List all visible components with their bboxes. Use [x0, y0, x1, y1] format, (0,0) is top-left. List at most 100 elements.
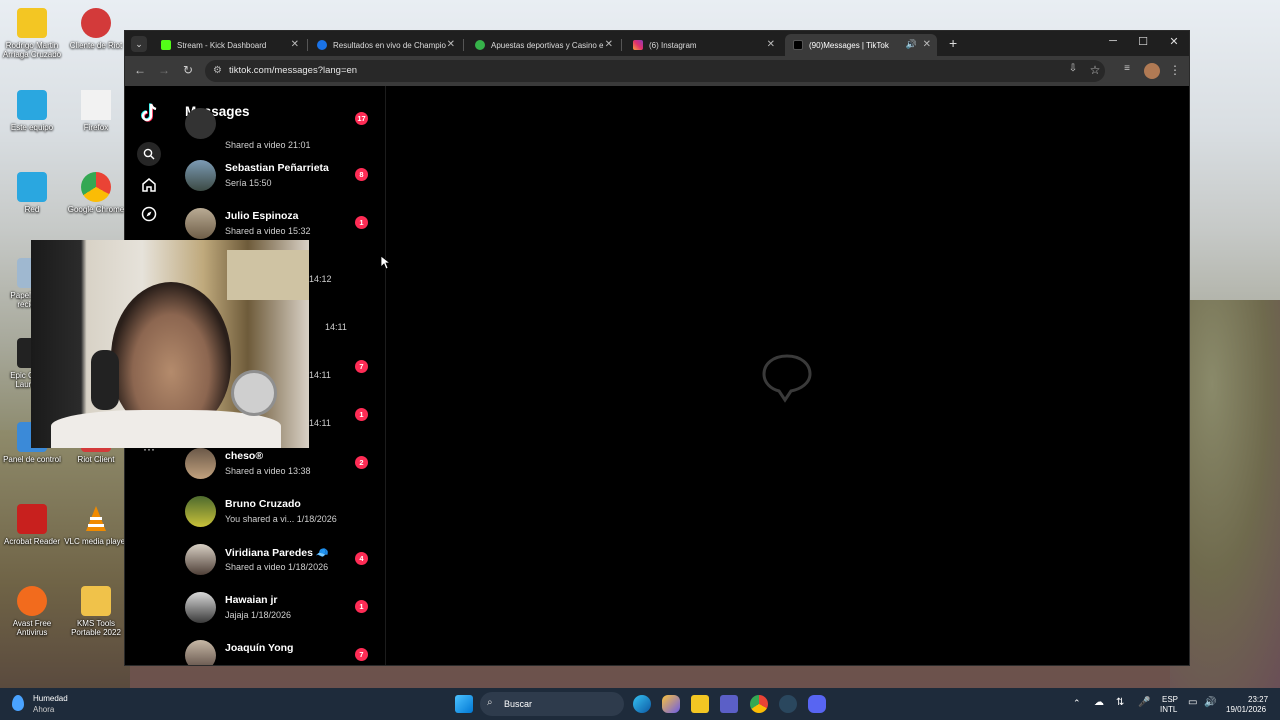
show-hidden-icons[interactable]: ⌃ — [1073, 698, 1081, 709]
wallpaper-ground — [0, 430, 130, 690]
address-bar[interactable]: ⚙ tiktok.com/messages?lang=en — [205, 60, 1105, 82]
conversation-name: Viridiana Paredes 🧢 — [225, 547, 329, 559]
avatar — [185, 592, 216, 623]
language-layout: INTL — [1160, 705, 1178, 714]
tiktok-logo-icon[interactable] — [138, 103, 160, 125]
display-icon[interactable]: ▭ — [1188, 697, 1197, 708]
conversation-preview: Jajaja 1/18/2026 — [225, 610, 292, 620]
back-button[interactable]: ← — [132, 63, 148, 77]
conversation-preview: Sería 15:50 — [225, 178, 272, 188]
taskbar: Humedad Ahora ⌕ Buscar ⌃ ☁ ⇅ 🎤 ESP INTL … — [0, 688, 1280, 720]
new-tab-button[interactable]: + — [949, 35, 957, 51]
bookmark-star-icon[interactable]: ☆ — [1087, 63, 1103, 77]
tab-resultados[interactable]: Resultados en vivo de Champio ✕ — [309, 34, 461, 56]
tab-instagram[interactable]: (6) Instagram ✕ — [625, 34, 781, 56]
desktop-icon-label: Riot Client — [77, 455, 115, 464]
teams-icon[interactable] — [720, 695, 738, 713]
tab-title: Apuestas deportivas y Casino e — [491, 40, 604, 50]
close-icon[interactable]: ✕ — [923, 39, 931, 50]
steam-taskbar-icon[interactable] — [779, 695, 797, 713]
desktop-icon-riot-client[interactable]: Cliente de Riot — [64, 8, 128, 50]
close-icon[interactable]: ✕ — [447, 39, 455, 50]
forward-button[interactable]: → — [156, 63, 172, 77]
conversation-preview: 14:11 — [309, 418, 331, 428]
search-icon: ⌕ — [487, 697, 493, 708]
conversation-preview: Shared a video 15:32 — [225, 226, 311, 236]
close-icon[interactable]: ✕ — [767, 39, 775, 50]
clock-date[interactable]: 19/01/2026 — [1226, 705, 1266, 714]
conversation-item[interactable]: Bruno Cruzado You shared a vi... 1/18/20… — [185, 492, 375, 540]
desktop-icon-label: Firefox — [83, 123, 109, 132]
language-indicator[interactable]: ESP — [1162, 695, 1178, 704]
tab-apuestas[interactable]: Apuestas deportivas y Casino e ✕ — [467, 34, 619, 56]
conversation-preview: 14:11 — [309, 370, 331, 380]
tab-strip: ⌄ Stream - Kick Dashboard ✕ Resultados e… — [125, 31, 1189, 56]
conversation-item[interactable]: Hawaian jr Jajaja 1/18/2026 1 — [185, 588, 375, 636]
home-icon[interactable] — [138, 177, 160, 199]
network-icon[interactable]: ⇅ — [1116, 697, 1124, 708]
site-info-icon[interactable]: ⚙ — [213, 60, 222, 82]
weather-widget[interactable]: Humedad Ahora — [10, 692, 90, 716]
file-explorer-icon[interactable] — [691, 695, 709, 713]
reload-button[interactable]: ↻ — [180, 63, 196, 77]
desktop-icon-this-pc[interactable]: Este equipo — [0, 90, 64, 132]
clock-time[interactable]: 23:27 — [1248, 695, 1268, 704]
close-window-button[interactable]: ✕ — [1164, 35, 1184, 48]
weather-title: Humedad — [33, 694, 68, 703]
minimize-button[interactable]: ─ — [1103, 35, 1123, 47]
webcam-headphones — [91, 350, 119, 410]
media-controls-icon[interactable]: ≡ — [1119, 63, 1135, 74]
tab-search-button[interactable]: ⌄ — [131, 36, 147, 52]
avatar — [185, 160, 216, 191]
close-icon[interactable]: ✕ — [605, 39, 613, 50]
install-app-icon[interactable]: ⇩ — [1065, 63, 1081, 74]
conversation-item[interactable]: Sebastian Peñarrieta Sería 15:50 8 — [185, 156, 375, 204]
desktop-icon-user-folder[interactable]: Rodrigo Martin Arriaga Cruzado — [0, 8, 64, 59]
explore-icon[interactable] — [138, 206, 160, 228]
conversation-name: Joaquín Yong — [225, 642, 294, 654]
edge-icon[interactable] — [633, 695, 651, 713]
desktop-icon-firefox-file[interactable]: Firefox — [64, 90, 128, 132]
webcam-overlay — [31, 240, 309, 448]
conversation-item[interactable]: Viridiana Paredes 🧢 Shared a video 1/18/… — [185, 540, 375, 588]
taskbar-search-box[interactable]: ⌕ Buscar — [480, 692, 624, 716]
desktop-icon-vlc[interactable]: VLC media player — [64, 504, 128, 546]
search-icon[interactable] — [137, 142, 161, 166]
menu-kebab-icon[interactable]: ⋮ — [1167, 63, 1183, 77]
desktop-icon-avast[interactable]: Avast Free Antivirus — [0, 586, 64, 637]
conversation-item[interactable]: Joaquín Yong 7 — [185, 636, 375, 665]
conversation-item[interactable]: cheso® Shared a video 13:38 2 — [185, 444, 375, 492]
unread-badge: 17 — [355, 112, 368, 125]
maximize-button[interactable]: ☐ — [1133, 35, 1153, 48]
kick-icon — [161, 40, 171, 50]
tab-title: (90)Messages | TikTok — [809, 40, 889, 50]
onedrive-icon[interactable]: ☁ — [1094, 697, 1104, 708]
conversation-name: Hawaian jr — [225, 594, 278, 606]
copilot-icon[interactable] — [662, 695, 680, 713]
microphone-icon[interactable]: 🎤 — [1138, 697, 1150, 708]
desktop-icon-acrobat-reader[interactable]: Acrobat Reader — [0, 504, 64, 546]
tab-kick-dashboard[interactable]: Stream - Kick Dashboard ✕ — [153, 34, 305, 56]
unread-badge: 1 — [355, 216, 368, 229]
windows-start-icon[interactable] — [455, 695, 473, 713]
betting-site-icon — [475, 40, 485, 50]
conversation-preview: You shared a vi... 1/18/2026 — [225, 514, 337, 524]
instagram-icon — [633, 40, 643, 50]
unread-badge: 1 — [355, 600, 368, 613]
tab-tiktok-messages[interactable]: (90)Messages | TikTok 🔊 ✕ — [785, 34, 937, 56]
desktop-icon-label: Este equipo — [10, 123, 54, 132]
desktop-icon-kms-tools[interactable]: KMS Tools Portable 2022 — [64, 586, 128, 637]
avatar — [185, 448, 216, 479]
desktop-icon-label: Avast Free Antivirus — [12, 619, 52, 637]
volume-icon[interactable]: 🔊 — [1204, 697, 1216, 708]
raindrop-icon — [12, 695, 24, 711]
close-icon[interactable]: ✕ — [291, 39, 299, 50]
search-placeholder: Buscar — [504, 699, 533, 709]
profile-avatar[interactable] — [1144, 63, 1160, 79]
chrome-taskbar-icon[interactable] — [750, 695, 768, 713]
desktop-icon-network[interactable]: Red — [0, 172, 64, 214]
desktop-icon-google-chrome[interactable]: Google Chrome — [64, 172, 128, 214]
url-text: tiktok.com/messages?lang=en — [229, 65, 358, 76]
discord-icon[interactable] — [808, 695, 826, 713]
speaker-icon[interactable]: 🔊 — [906, 39, 917, 50]
